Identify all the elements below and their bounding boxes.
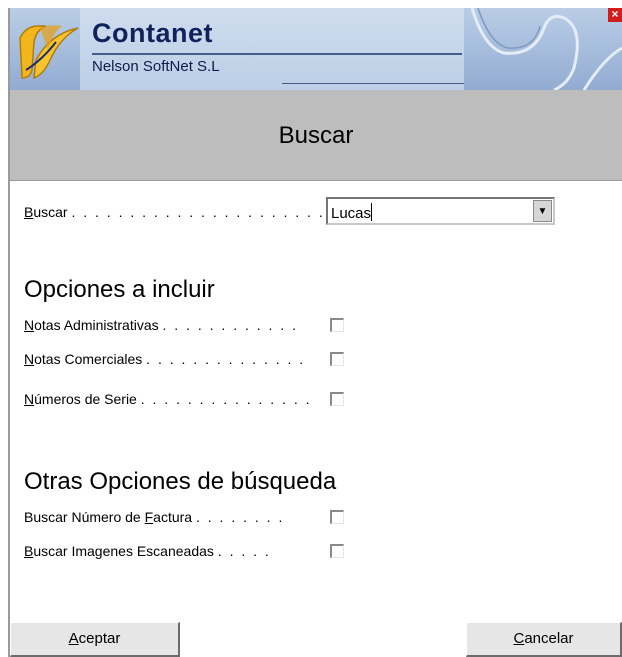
checkbox-notas-comerciales[interactable] [330, 352, 344, 366]
accept-button[interactable]: Aceptar [10, 622, 180, 657]
dialog-title: Buscar [278, 122, 354, 149]
dropdown-arrow-icon[interactable]: ▼ [533, 200, 552, 222]
option-row-numeros-serie: Números de Serie . . . . . . . . . . . .… [24, 391, 312, 407]
search-combobox[interactable]: Lucas ▼ [326, 197, 555, 225]
option-label-mnemonic: B [24, 543, 34, 559]
brand-divider [92, 53, 462, 55]
option-label: Buscar Número de [24, 509, 145, 525]
search-input-value[interactable]: Lucas [331, 205, 371, 222]
leader-dots: . . . . . . . . . . . . . . . [140, 391, 312, 407]
checkbox-notas-administrativas[interactable] [330, 318, 344, 332]
search-label-mnemonic: B [24, 204, 34, 220]
option-label: uscar Imagenes Escaneadas [33, 543, 214, 559]
brand-subtitle: Nelson SoftNet S.L [92, 58, 220, 75]
decorative-swoosh-icon [470, 8, 622, 90]
search-leader-dots: . . . . . . . . . . . . . . . . . . . . … [71, 204, 361, 220]
option-row-buscar-factura: Buscar Número de Factura . . . . . . . . [24, 509, 284, 525]
close-button[interactable]: × [608, 8, 622, 22]
search-dialog: Contanet Nelson SoftNet S.L × Buscar Bus… [8, 8, 622, 657]
accept-label: ceptar [78, 630, 121, 647]
option-label-mnemonic: N [24, 391, 35, 407]
search-label-row: Buscar . . . . . . . . . . . . . . . . .… [24, 204, 360, 220]
header-banner: Contanet Nelson SoftNet S.L × [10, 8, 622, 90]
option-label: otas Comerciales [34, 351, 143, 367]
accept-mnemonic: A [68, 630, 79, 647]
brand-underline [282, 83, 464, 84]
leader-dots: . . . . . [217, 543, 271, 559]
search-label: uscar [33, 204, 68, 220]
option-row-notas-administrativas: Notas Administrativas . . . . . . . . . … [24, 317, 298, 333]
option-row-notas-comerciales: Notas Comerciales . . . . . . . . . . . … [24, 351, 305, 367]
option-label: otas Administrativas [34, 317, 159, 333]
option-label-mnemonic: N [24, 317, 35, 333]
cancel-label: ancelar [524, 630, 574, 647]
option-row-buscar-imagenes: Buscar Imagenes Escaneadas . . . . . [24, 543, 271, 559]
option-label: actura [153, 509, 193, 525]
option-label-mnemonic: F [144, 509, 154, 525]
option-label-mnemonic: N [24, 351, 35, 367]
checkbox-buscar-factura[interactable] [330, 510, 344, 524]
cancel-button[interactable]: Cancelar [466, 622, 622, 657]
text-caret [371, 203, 373, 221]
brand-name: Contanet [92, 18, 213, 48]
checkbox-numeros-serie[interactable] [330, 392, 344, 406]
section-heading-other: Otras Opciones de búsqueda [24, 468, 337, 495]
dialog-title-bar: Buscar [10, 90, 622, 181]
leader-dots: . . . . . . . . . . . . [162, 317, 298, 333]
option-label: úmeros de Serie [34, 391, 137, 407]
leader-dots: . . . . . . . . . . . . . . [146, 351, 306, 367]
cancel-mnemonic: C [513, 630, 525, 647]
leader-dots: . . . . . . . . [195, 509, 285, 525]
contanet-logo-icon [19, 25, 79, 80]
section-heading-include: Opciones a incluir [24, 276, 215, 303]
checkbox-buscar-imagenes[interactable] [330, 544, 344, 558]
